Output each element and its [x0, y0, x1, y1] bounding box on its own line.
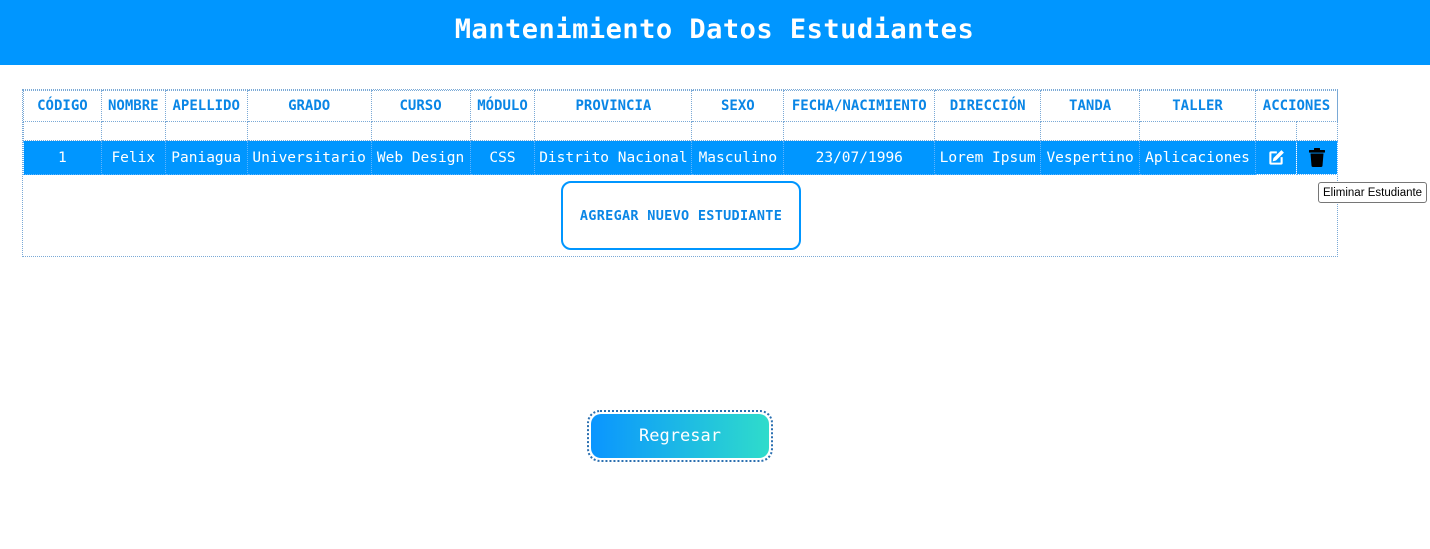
page-header: Mantenimiento Datos Estudiantes [0, 0, 1430, 65]
column-header-grado: GRADO [246, 90, 372, 122]
cell-taller: Aplicaciones [1139, 140, 1256, 175]
cell-modulo: CSS [469, 140, 536, 175]
add-new-student-button[interactable]: AGREGAR NUEVO ESTUDIANTE [561, 181, 801, 250]
back-button[interactable]: Regresar [587, 410, 773, 462]
edit-icon [1269, 149, 1284, 165]
cell-tanda: Vespertino [1040, 140, 1141, 175]
column-header-modulo: MÓDULO [469, 90, 536, 122]
delete-student-button[interactable] [1295, 140, 1339, 175]
column-header-fecha-nacimiento: FECHA/NACIMIENTO [783, 90, 936, 122]
edit-student-button[interactable] [1255, 140, 1297, 175]
column-header-provincia: PROVINCIA [534, 90, 693, 122]
page-title: Mantenimiento Datos Estudiantes [454, 14, 975, 45]
table-row: 1 Felix Paniagua Universitario Web Desig… [23, 140, 1339, 175]
table-spacer-row [23, 121, 1339, 141]
cell-direccion: Lorem Ipsum [934, 140, 1042, 175]
column-header-curso: CURSO [370, 90, 471, 122]
table-header-row: CÓDIGO NOMBRE APELLIDO GRADO CURSO MÓDUL… [23, 90, 1338, 122]
column-header-nombre: NOMBRE [100, 90, 166, 122]
cell-apellido: Paniagua [164, 140, 248, 175]
column-header-taller: TALLER [1139, 90, 1256, 122]
column-header-acciones: ACCIONES [1255, 90, 1338, 122]
back-button-label: Regresar [591, 414, 769, 458]
students-table: CÓDIGO NOMBRE APELLIDO GRADO CURSO MÓDUL… [23, 90, 1339, 175]
cell-sexo: Masculino [691, 140, 785, 175]
column-header-tanda: TANDA [1040, 90, 1141, 122]
cell-curso: Web Design [370, 140, 471, 175]
cell-codigo: 1 [23, 140, 102, 175]
delete-tooltip: Eliminar Estudiante [1318, 182, 1428, 203]
students-table-container: CÓDIGO NOMBRE APELLIDO GRADO CURSO MÓDUL… [22, 89, 1339, 257]
cell-fecha-nacimiento: 23/07/1996 [783, 140, 936, 175]
column-header-codigo: CÓDIGO [23, 90, 102, 122]
cell-provincia: Distrito Nacional [534, 140, 693, 175]
column-header-sexo: SEXO [691, 90, 785, 122]
column-header-apellido: APELLIDO [164, 90, 248, 122]
column-header-direccion: DIRECCIÓN [934, 90, 1042, 122]
cell-grado: Universitario [246, 140, 372, 175]
trash-icon [1308, 148, 1325, 167]
cell-nombre: Felix [100, 140, 166, 175]
